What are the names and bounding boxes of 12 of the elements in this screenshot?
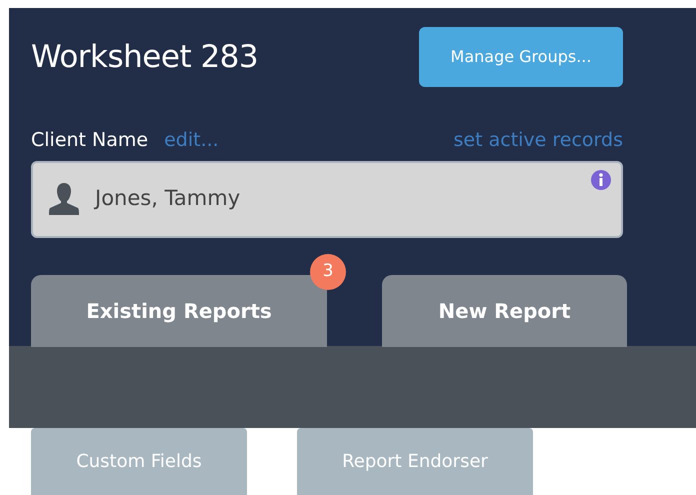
report-tab[interactable]: New Report [382, 274, 627, 346]
client-name-label: Client Name [31, 128, 148, 153]
person-icon [49, 183, 79, 215]
set-active-records-link[interactable]: set active records [454, 126, 623, 154]
edit-link[interactable]: edit... [164, 126, 219, 154]
tab-button[interactable]: Custom Fields [31, 428, 247, 495]
worksheet-title: Worksheet 283 [31, 42, 258, 72]
count-badge: 3 [310, 254, 346, 290]
manage-groups-button[interactable]: Manage Groups... [419, 27, 623, 87]
info-icon[interactable] [591, 170, 611, 190]
client-name-field[interactable]: Jones, Tammy [31, 160, 623, 238]
tab-button[interactable]: Report Endorser [297, 428, 533, 495]
